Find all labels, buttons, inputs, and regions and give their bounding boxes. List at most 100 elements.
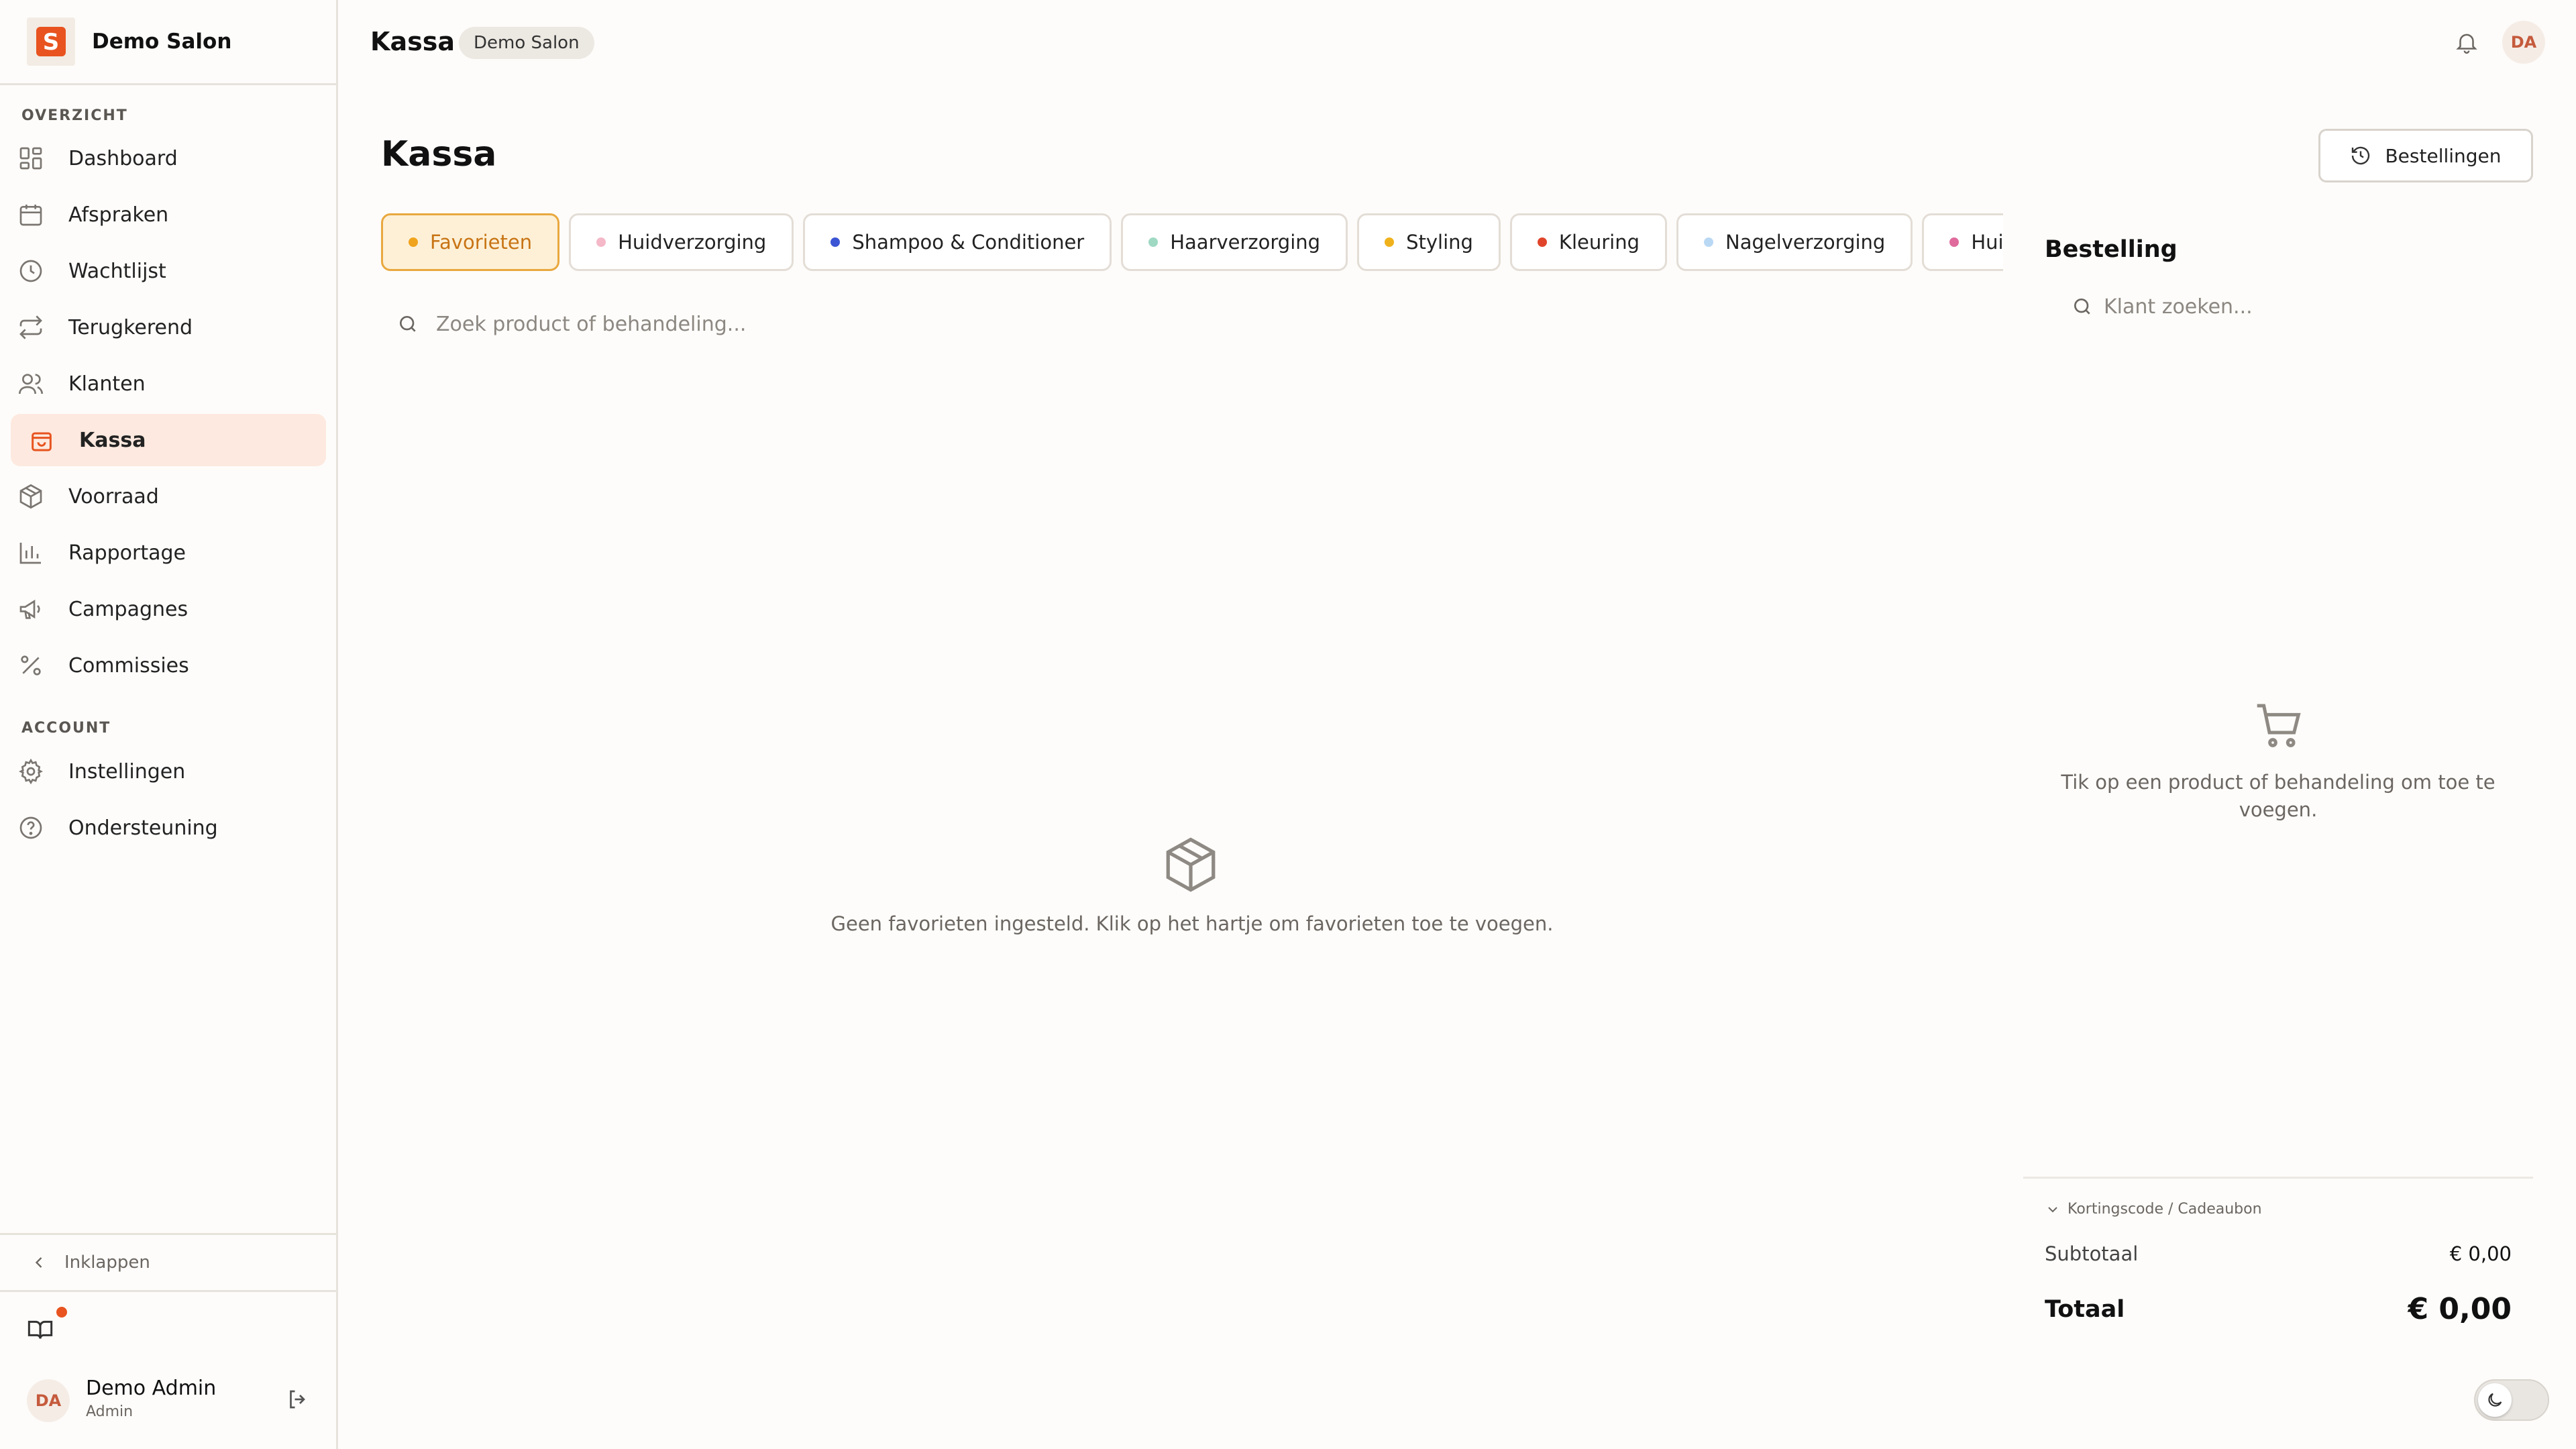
sidebar-item-label: Rapportage: [68, 541, 186, 565]
gear-icon: [19, 758, 43, 785]
total-value: € 0,00: [2408, 1292, 2512, 1326]
tab-favorieten[interactable]: Favorieten: [381, 213, 560, 271]
sidebar-item-label: Dashboard: [68, 146, 178, 170]
tab-label: Shampoo & Conditioner: [852, 231, 1085, 254]
search-icon: [2074, 299, 2090, 315]
sidebar-item-afspraken[interactable]: Afspraken: [11, 189, 326, 241]
repeat-icon: [19, 315, 42, 339]
sidebar-item-label: Campagnes: [68, 597, 189, 621]
salon-badge: Demo Salon: [459, 27, 594, 59]
chevron-down-icon: [2048, 1206, 2057, 1212]
topbar-title: Kassa: [370, 27, 455, 56]
sidebar-item-label: Commissies: [68, 653, 189, 678]
tab-kleuring[interactable]: Kleuring: [1509, 213, 1667, 271]
tab-label: Huidverzorging: [1971, 231, 2003, 254]
total-label: Totaal: [2045, 1296, 2125, 1323]
tab-dot: [1949, 237, 1960, 247]
client-search-input[interactable]: Klant zoeken...: [2045, 283, 2528, 330]
sidebar: S Demo Salon OVERZICHT Dashboard Afsprak…: [0, 0, 338, 1449]
moon-icon: [2488, 1393, 2502, 1407]
user-profile[interactable]: DA Demo Admin Admin: [27, 1377, 322, 1425]
avatar: DA: [27, 1379, 70, 1422]
user-role: Admin: [86, 1403, 133, 1420]
sidebar-item-label: Voorraad: [68, 484, 159, 508]
discount-code-toggle[interactable]: Kortingscode / Cadeaubon: [2045, 1201, 2262, 1218]
tab-label: Haarverzorging: [1170, 231, 1321, 254]
subtotal-value: € 0,00: [2449, 1242, 2512, 1265]
tab-haarverzorging[interactable]: Haarverzorging: [1121, 213, 1348, 271]
logout-icon[interactable]: [286, 1387, 310, 1411]
collapse-sidebar-button[interactable]: Inklappen: [0, 1233, 336, 1292]
tab-shampoo-conditioner[interactable]: Shampoo & Conditioner: [803, 213, 1112, 271]
bar-chart-icon: [19, 543, 41, 564]
sidebar-item-campagnes[interactable]: Campagnes: [11, 583, 326, 635]
orders-button[interactable]: Bestellingen: [2318, 129, 2533, 182]
search-icon: [400, 316, 416, 332]
tab-dot: [1537, 237, 1547, 247]
sidebar-item-label: Wachtlijst: [68, 259, 166, 283]
clock-icon: [19, 260, 42, 282]
topbar: Kassa Demo Salon DA: [338, 0, 2576, 85]
brand-header[interactable]: S Demo Salon: [0, 0, 336, 85]
chevron-left-icon: [35, 1257, 42, 1268]
sidebar-item-label: Ondersteuning: [68, 816, 218, 840]
shopping-bag-icon: [32, 432, 52, 451]
history-icon: [2352, 146, 2370, 165]
sidebar-item-label: Instellingen: [68, 759, 186, 784]
order-panel: Bestelling Klant zoeken... Tik op een pr…: [2023, 221, 2533, 1429]
package-icon: [1166, 837, 1216, 892]
divider: [2023, 1177, 2533, 1179]
notification-dot: [56, 1307, 67, 1318]
tab-nagelverzorging[interactable]: Nagelverzorging: [1676, 213, 1913, 271]
empty-cart-text: Tik op een product of behandeling om toe…: [2061, 771, 2496, 821]
user-name: Demo Admin: [86, 1377, 217, 1400]
cart-icon: [2257, 704, 2301, 747]
percent-icon: [21, 655, 41, 676]
sidebar-item-label: Terugkerend: [68, 315, 193, 339]
collapse-label: Inklappen: [64, 1252, 150, 1273]
tab-styling[interactable]: Styling: [1357, 213, 1501, 271]
brand-logo: S: [27, 17, 75, 66]
theme-toggle[interactable]: [2474, 1379, 2549, 1421]
tab-label: Nagelverzorging: [1725, 231, 1886, 254]
tab-label: Kleuring: [1558, 231, 1640, 254]
tab-huidverzorging-2[interactable]: Huidverzorging: [1922, 213, 2003, 271]
sidebar-item-ondersteuning[interactable]: Ondersteuning: [11, 802, 326, 854]
section-label-overview: OVERZICHT: [21, 107, 128, 124]
search-placeholder: Zoek product of behandeling...: [436, 312, 747, 336]
sidebar-item-rapportage[interactable]: Rapportage: [11, 527, 326, 579]
bell-icon[interactable]: [2454, 30, 2479, 55]
order-title: Bestelling: [2045, 236, 2178, 263]
sidebar-item-instellingen[interactable]: Instellingen: [11, 745, 326, 798]
avatar[interactable]: DA: [2502, 21, 2545, 64]
client-search-placeholder: Klant zoeken...: [2104, 294, 2253, 319]
sidebar-item-kassa[interactable]: Kassa: [11, 414, 326, 466]
empty-favorites-text: Geen favorieten ingesteld. Klik op het h…: [830, 912, 1554, 935]
sidebar-item-label: Klanten: [68, 372, 146, 396]
category-tabs: Favorieten Huidverzorging Shampoo & Cond…: [381, 213, 2003, 274]
sidebar-item-voorraad[interactable]: Voorraad: [11, 470, 326, 523]
sidebar-item-terugkerend[interactable]: Terugkerend: [11, 301, 326, 354]
tab-huidverzorging[interactable]: Huidverzorging: [569, 213, 794, 271]
tab-label: Huidverzorging: [618, 231, 767, 254]
tab-dot: [1385, 237, 1395, 247]
sidebar-item-label: Kassa: [79, 428, 146, 452]
grid-icon: [19, 147, 42, 170]
sidebar-item-dashboard[interactable]: Dashboard: [11, 132, 326, 184]
discount-label: Kortingscode / Cadeaubon: [2068, 1201, 2262, 1218]
orders-button-label: Bestellingen: [2385, 144, 2502, 167]
tab-dot: [830, 237, 841, 247]
svg-text:S: S: [43, 29, 60, 56]
section-label-account: ACCOUNT: [21, 720, 111, 737]
logo-s-icon: S: [36, 27, 66, 56]
tab-dot: [596, 237, 606, 247]
sidebar-item-label: Afspraken: [68, 203, 169, 227]
book-open-icon[interactable]: [27, 1316, 54, 1343]
sidebar-item-commissies[interactable]: Commissies: [11, 639, 326, 692]
page-title: Kassa: [381, 134, 497, 174]
megaphone-icon: [19, 599, 40, 619]
sidebar-item-wachtlijst[interactable]: Wachtlijst: [11, 245, 326, 297]
product-search-input[interactable]: Zoek product of behandeling...: [381, 301, 2003, 347]
calendar-icon: [19, 205, 42, 226]
sidebar-item-klanten[interactable]: Klanten: [11, 358, 326, 410]
